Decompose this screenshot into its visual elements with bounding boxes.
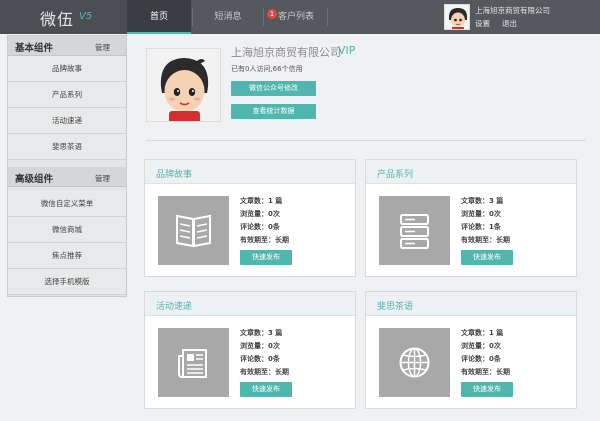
card-tea: 斐思茶语 文章数：1 篇 浏览量：0次 评论数：0条 有效期至：长期 快速发布 (365, 291, 577, 409)
section-title: 基本组件 (15, 43, 54, 54)
cartoon-avatar-icon (445, 5, 469, 29)
card-events: 活动速递 文章数：3 篇 浏览量：0次 评论数：0条 有效期至：长期 快速发布 (144, 291, 356, 409)
sidebar-item-focus[interactable]: 焦点推荐 (8, 243, 126, 269)
cartoon-avatar-icon (147, 49, 220, 121)
card-brand-story: 品牌故事 文章数：1 篇 浏览量：0次 评论数：0条 有效期至：长期 快速发布 (144, 159, 356, 277)
edit-wechat-account-button[interactable]: 微信公众号修改 (231, 81, 316, 96)
card-title: 斐思茶语 (377, 302, 414, 312)
comment-count: 评论数：1条 (461, 223, 501, 231)
card-header: 品牌故事 (145, 160, 355, 184)
sidebar-item-wechat-mall[interactable]: 微信商城 (8, 217, 126, 243)
card-title: 产品系列 (377, 170, 414, 180)
vip-badge: VIP (338, 44, 356, 57)
view-count: 浏览量：0次 (240, 342, 280, 350)
article-count: 文章数：3 篇 (240, 329, 283, 337)
quick-publish-button[interactable]: 快速发布 (240, 250, 292, 265)
article-count: 文章数：3 篇 (461, 197, 504, 205)
view-count: 浏览量：0次 (240, 210, 280, 218)
tab-divider (263, 8, 264, 26)
company-name: 上海旭京商贸有限公司 (231, 46, 341, 59)
manage-link[interactable]: 管理 (95, 173, 110, 184)
user-avatar[interactable] (444, 4, 470, 30)
section-title: 高级组件 (15, 174, 54, 185)
logo-text: 微伍 (40, 10, 75, 29)
expiry: 有效期至：长期 (240, 236, 289, 244)
tab-home[interactable]: 首页 (127, 0, 191, 34)
newspaper-icon (158, 328, 229, 397)
sidebar-section-advanced: 高级组件 管理 (8, 167, 126, 187)
manage-link[interactable]: 管理 (95, 42, 110, 53)
logo[interactable]: 微伍 V5 (0, 0, 127, 34)
view-count: 浏览量：0次 (461, 342, 501, 350)
visit-stats: 已有0人访问,66个信用 (231, 65, 303, 73)
card-title: 活动速递 (156, 302, 193, 312)
card-header: 产品系列 (366, 160, 576, 184)
comment-count: 评论数：0条 (240, 355, 280, 363)
settings-link[interactable]: 设置 (475, 18, 490, 29)
divider (146, 140, 586, 141)
quick-publish-button[interactable]: 快速发布 (461, 250, 513, 265)
expiry: 有效期至：长期 (240, 368, 289, 376)
expiry: 有效期至：长期 (461, 236, 510, 244)
tab-messages[interactable]: 短消息 (193, 0, 263, 34)
tab-customers[interactable]: 客户列表 (278, 0, 314, 34)
sidebar: 基本组件 管理 品牌故事 产品系列 活动速递 斐思茶语 高级组件 管理 微信自定… (7, 35, 127, 297)
view-count: 浏览量：0次 (461, 210, 501, 218)
view-stats-button[interactable]: 查看统计数据 (231, 104, 316, 119)
sidebar-item-events[interactable]: 活动速递 (8, 108, 126, 134)
card-title: 品牌故事 (156, 170, 193, 180)
article-count: 文章数：1 篇 (461, 329, 504, 337)
comment-count: 评论数：0条 (240, 223, 280, 231)
notification-badge: 1 (267, 9, 277, 19)
sidebar-item-wechat-menu[interactable]: 微信自定义菜单 (8, 191, 126, 217)
article-count: 文章数：1 篇 (240, 197, 283, 205)
sidebar-item-template[interactable]: 选择手机模版 (8, 269, 126, 295)
user-company-name: 上海旭京商贸有限公司 (475, 6, 550, 15)
book-icon (158, 196, 229, 265)
tab-divider (327, 8, 328, 26)
logout-link[interactable]: 退出 (502, 18, 517, 29)
profile-avatar (146, 48, 221, 122)
sidebar-item-products[interactable]: 产品系列 (8, 82, 126, 108)
card-products: 产品系列 文章数：3 篇 浏览量：0次 评论数：1条 有效期至：长期 快速发布 (365, 159, 577, 277)
card-header: 活动速递 (145, 292, 355, 316)
card-header: 斐思茶语 (366, 292, 576, 316)
expiry: 有效期至：长期 (461, 368, 510, 376)
server-icon (379, 196, 450, 265)
comment-count: 评论数：0条 (461, 355, 501, 363)
quick-publish-button[interactable]: 快速发布 (461, 382, 513, 397)
sidebar-item-tea[interactable]: 斐思茶语 (8, 134, 126, 160)
sidebar-item-brand-story[interactable]: 品牌故事 (8, 56, 126, 82)
quick-publish-button[interactable]: 快速发布 (240, 382, 292, 397)
top-bar: 微伍 V5 首页 短消息 1 客户列表 上海旭京商贸有限公司 设置 退出 (0, 0, 600, 34)
sidebar-section-basic: 基本组件 管理 (8, 36, 126, 56)
globe-icon (379, 328, 450, 397)
logo-version: V5 (79, 11, 93, 22)
